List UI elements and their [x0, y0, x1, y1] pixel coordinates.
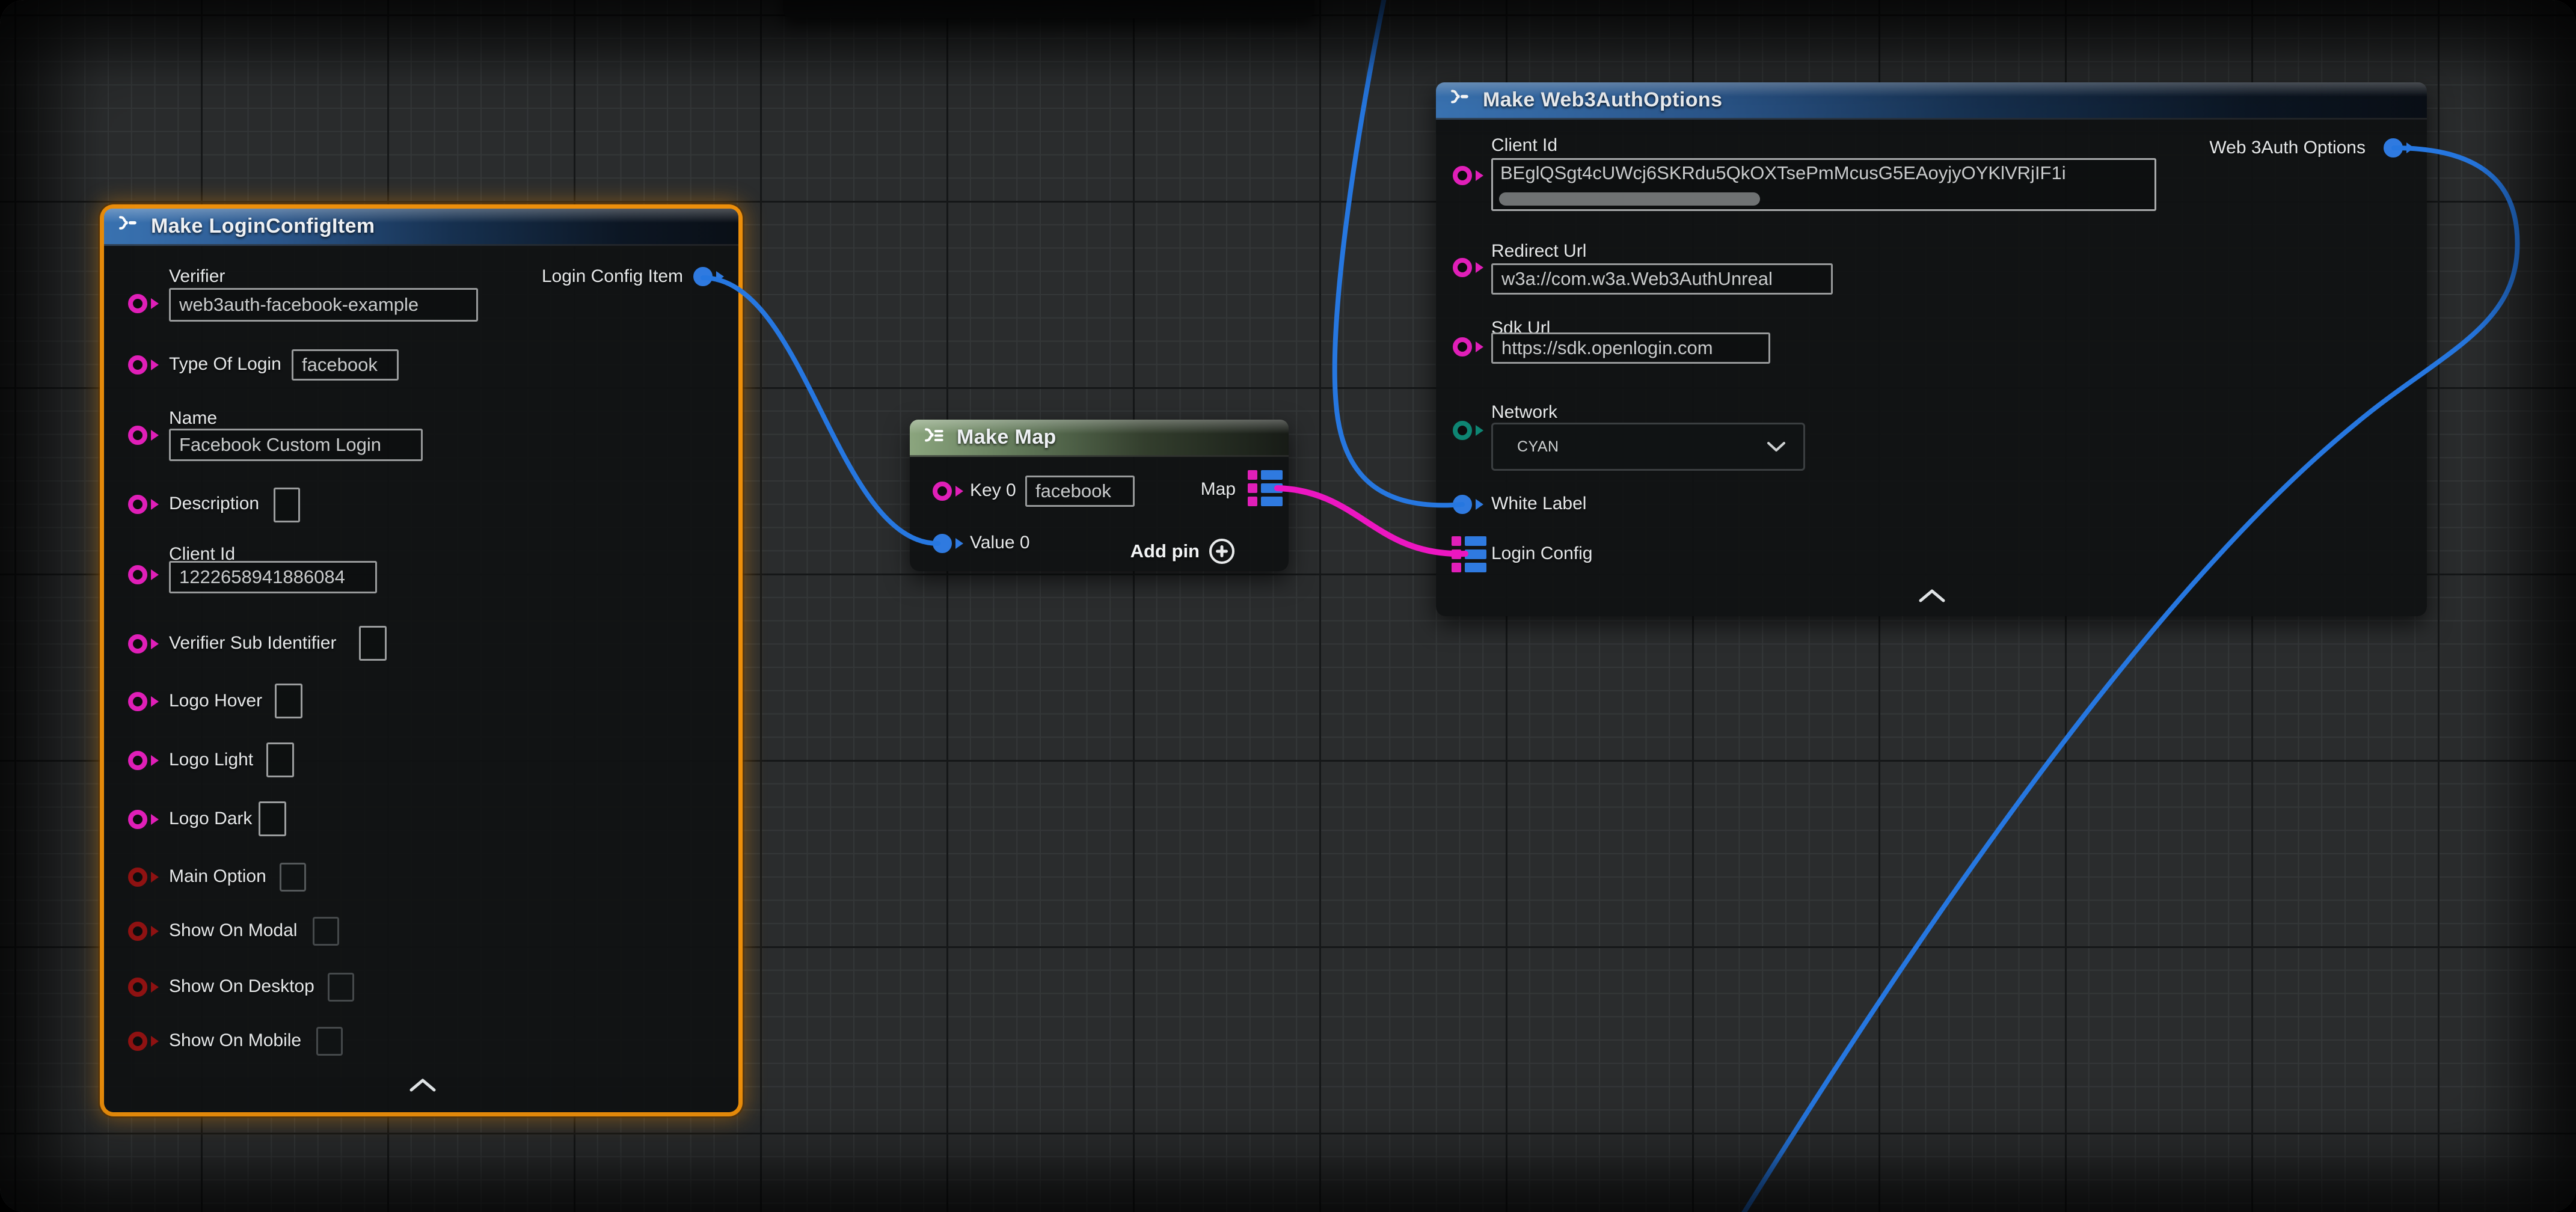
client-id-label: Client Id: [1491, 135, 1557, 156]
node-title: Make Web3AuthOptions: [1483, 88, 1722, 112]
network-dropdown[interactable]: CYAN: [1491, 423, 1805, 471]
key0-pin[interactable]: [933, 482, 952, 501]
show-on-mobile-checkbox[interactable]: [316, 1027, 343, 1056]
client-id-value: BEglQSgt4cUWcj6SKRdu5QkOXTsePmMcusG5EAoy…: [1500, 162, 2150, 184]
verifier-input[interactable]: [169, 288, 478, 322]
logo-light-input[interactable]: [266, 742, 294, 777]
verifier-sub-identifier-pin[interactable]: [128, 634, 147, 653]
collapse-node-chevron-icon[interactable]: [1918, 589, 1946, 603]
add-pin-button[interactable]: Add pin: [1130, 537, 1236, 565]
logo-hover-pin[interactable]: [128, 692, 147, 711]
type-of-login-label: Type Of Login: [169, 354, 281, 375]
name-pin[interactable]: [128, 426, 147, 445]
value0-label: Value 0: [970, 533, 1030, 553]
node-make-web3authoptions[interactable]: Make Web3AuthOptions Client Id BEglQSgt4…: [1436, 82, 2427, 616]
chevron-down-icon: [1766, 441, 1786, 453]
logo-dark-input[interactable]: [259, 801, 286, 836]
show-on-modal-label: Show On Modal: [169, 920, 297, 941]
key0-input[interactable]: [1025, 476, 1135, 507]
node-title: Make LoginConfigItem: [151, 215, 375, 238]
show-on-desktop-checkbox[interactable]: [328, 973, 354, 1002]
network-pin[interactable]: [1453, 421, 1472, 440]
blueprint-editor: Make LoginConfigItem Verifier Login Conf…: [0, 0, 2576, 1212]
description-pin[interactable]: [128, 495, 147, 514]
logo-dark-label: Logo Dark: [169, 809, 252, 829]
description-input[interactable]: [274, 488, 300, 522]
sdk-url-pin[interactable]: [1453, 337, 1472, 357]
type-of-login-input[interactable]: [292, 349, 399, 381]
show-on-modal-pin[interactable]: [128, 922, 147, 941]
offscreen-node-bottom-edge[interactable]: [783, 0, 1314, 18]
main-option-label: Main Option: [169, 866, 266, 887]
logo-hover-input[interactable]: [275, 684, 302, 718]
collapse-node-chevron-icon[interactable]: [409, 1078, 437, 1092]
make-struct-icon: [115, 213, 141, 240]
login-config-item-output-label: Login Config Item: [542, 266, 683, 287]
make-map-icon: [921, 424, 947, 451]
verifier-pin[interactable]: [128, 294, 147, 313]
login-config-label: Login Config: [1491, 543, 1592, 564]
sdk-url-input[interactable]: [1491, 332, 1770, 364]
node-header[interactable]: Make Web3AuthOptions: [1436, 82, 2427, 120]
add-pin-plus-icon: [1208, 537, 1236, 565]
node-title: Make Map: [957, 426, 1056, 449]
client-id-input[interactable]: BEglQSgt4cUWcj6SKRdu5QkOXTsePmMcusG5EAoy…: [1491, 158, 2156, 211]
name-input[interactable]: [169, 429, 423, 461]
node-make-loginconfigitem[interactable]: Make LoginConfigItem Verifier Login Conf…: [104, 209, 738, 1112]
map-output-label: Map: [1201, 479, 1236, 500]
web3auth-options-output-label: Web 3Auth Options: [2209, 138, 2366, 158]
show-on-modal-checkbox[interactable]: [313, 917, 339, 946]
description-label: Description: [169, 494, 259, 514]
client-id-pin[interactable]: [1453, 166, 1472, 185]
verifier-sub-identifier-input[interactable]: [359, 626, 387, 661]
client-id-input[interactable]: [169, 561, 377, 593]
network-selected-value: CYAN: [1517, 438, 1559, 456]
logo-hover-label: Logo Hover: [169, 691, 262, 711]
client-id-scrollbar[interactable]: [1499, 192, 1760, 206]
logo-light-label: Logo Light: [169, 750, 253, 770]
make-struct-icon: [1447, 87, 1473, 114]
network-label: Network: [1491, 402, 1557, 423]
show-on-mobile-label: Show On Mobile: [169, 1030, 301, 1051]
white-label-label: White Label: [1491, 494, 1586, 514]
redirect-url-input[interactable]: [1491, 263, 1833, 295]
node-header[interactable]: Make Map: [910, 420, 1289, 457]
main-option-pin[interactable]: [128, 868, 147, 887]
verifier-sub-identifier-label: Verifier Sub Identifier: [169, 633, 336, 653]
show-on-desktop-pin[interactable]: [128, 978, 147, 997]
show-on-desktop-label: Show On Desktop: [169, 976, 314, 997]
node-header[interactable]: Make LoginConfigItem: [104, 209, 738, 246]
client-id-pin[interactable]: [128, 565, 147, 584]
type-of-login-pin[interactable]: [128, 355, 147, 375]
redirect-url-label: Redirect Url: [1491, 241, 1586, 262]
node-make-map[interactable]: Make Map Key 0 Map Value 0 Add pin: [910, 420, 1289, 571]
logo-light-pin[interactable]: [128, 751, 147, 770]
key0-label: Key 0: [970, 480, 1016, 501]
logo-dark-pin[interactable]: [128, 810, 147, 829]
add-pin-label: Add pin: [1130, 540, 1200, 562]
show-on-mobile-pin[interactable]: [128, 1032, 147, 1051]
verifier-label: Verifier: [169, 266, 225, 287]
graph-canvas[interactable]: Make LoginConfigItem Verifier Login Conf…: [0, 0, 2576, 1212]
redirect-url-pin[interactable]: [1453, 258, 1472, 277]
main-option-checkbox[interactable]: [280, 863, 306, 892]
name-label: Name: [169, 408, 217, 429]
